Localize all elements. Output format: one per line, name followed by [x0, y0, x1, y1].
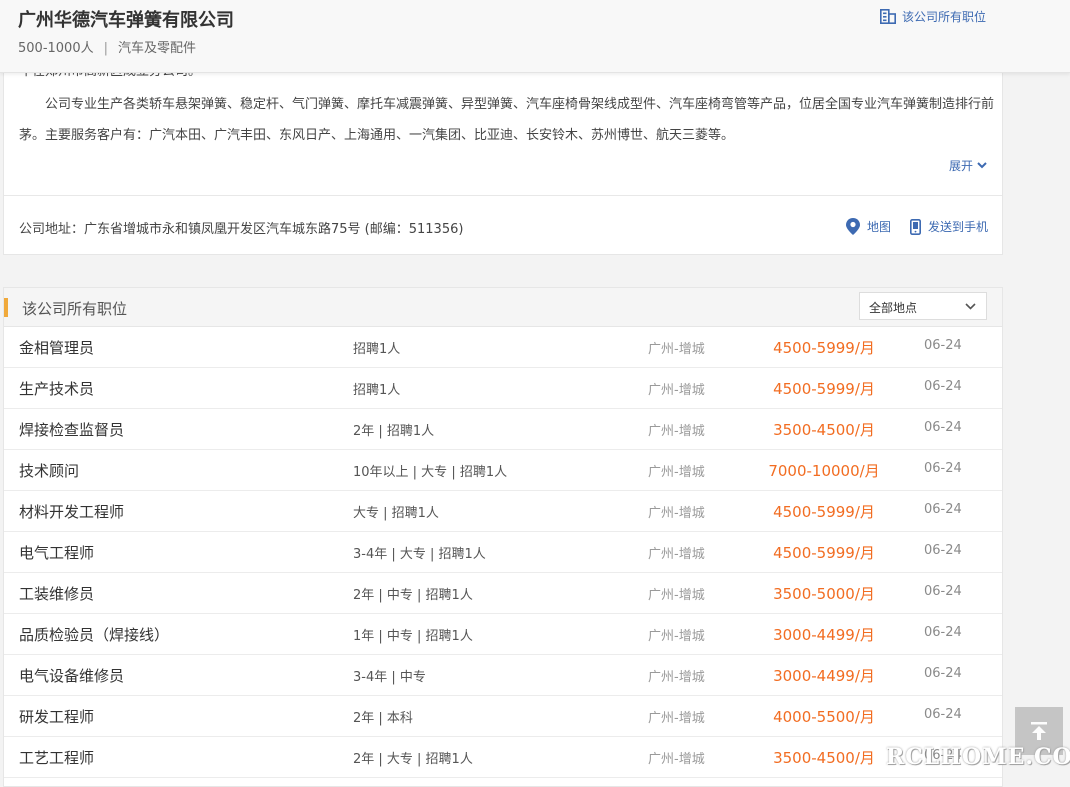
all-jobs-link[interactable]: 该公司所有职位: [880, 8, 986, 25]
job-date: 06-24: [924, 420, 962, 435]
divider: [4, 195, 1002, 196]
company-intro: 年在郑州市高新区成立分公司。 公司专业生产各类轿车悬架弹簧、稳定杆、气门弹簧、摩…: [19, 70, 995, 151]
job-requirements: 3-4年 | 中专: [353, 670, 426, 685]
job-title[interactable]: 工艺工程师: [19, 747, 94, 768]
job-row[interactable]: 金相管理员 招聘1人 广州-增城 4500-5999/月 06-24: [4, 327, 1002, 368]
location-filter-select[interactable]: 全部地点: [859, 292, 987, 320]
job-date: 06-24: [924, 338, 962, 353]
job-salary: 3000-4499/月: [773, 667, 875, 685]
job-location: 广州-增城: [648, 506, 705, 521]
job-title[interactable]: 焊接检查监督员: [19, 419, 124, 440]
send-to-phone-label: 发送到手机: [928, 220, 989, 234]
job-title[interactable]: 材料开发工程师: [19, 501, 124, 522]
job-salary: 4500-5999/月: [773, 503, 875, 521]
meta-separator: |: [103, 41, 108, 56]
company-meta: 500-1000人 | 汽车及零配件: [18, 37, 196, 56]
job-requirements: 10年以上 | 大专 | 招聘1人: [353, 465, 508, 480]
job-salary: 4000-5500/月: [773, 708, 875, 726]
job-location: 广州-增城: [648, 629, 705, 644]
job-row[interactable]: 工艺工程师 2年 | 大专 | 招聘1人 广州-增城 3500-4500/月 06-24: [4, 737, 1002, 778]
intro-paragraph: 公司专业生产各类轿车悬架弹簧、稳定杆、气门弹簧、摩托车减震弹簧、异型弹簧、汽车座…: [19, 97, 995, 143]
jobs-title: 该公司所有职位: [22, 300, 128, 318]
jobs-section: 该公司所有职位 全部地点 金相管理员 招聘1人 广州-增城 4500-5999/月 06…: [3, 287, 1003, 787]
map-link[interactable]: 地图: [846, 218, 891, 235]
job-salary: 3500-5000/月: [773, 585, 875, 603]
job-date: 06-24: [924, 502, 962, 517]
job-salary: 7000-10000/月: [768, 462, 880, 480]
job-requirements: 2年 | 中专 | 招聘1人: [353, 588, 473, 603]
job-location: 广州-增城: [648, 711, 705, 726]
job-date: 06-24: [924, 666, 962, 681]
job-date: 06-24: [924, 461, 962, 476]
arrow-up-icon: [1031, 722, 1047, 740]
job-title[interactable]: 工装维修员: [19, 583, 94, 604]
job-location: 广州-增城: [648, 465, 705, 480]
job-row[interactable]: 焊接检查监督员 2年 | 招聘1人 广州-增城 3500-4500/月 06-24: [4, 409, 1002, 450]
job-date: 06-24: [924, 625, 962, 640]
job-row[interactable]: 工装维修员 2年 | 中专 | 招聘1人 广州-增城 3500-5000/月 06-24: [4, 573, 1002, 614]
company-name: 广州华德汽车弹簧有限公司: [18, 10, 234, 31]
job-row[interactable]: 品质检验员（焊接线） 1年 | 中专 | 招聘1人 广州-增城 3000-4499/月…: [4, 614, 1002, 655]
job-location: 广州-增城: [648, 547, 705, 562]
job-requirements: 招聘1人: [353, 342, 401, 357]
job-location: 广州-增城: [648, 588, 705, 603]
job-requirements: 2年 | 大专 | 招聘1人: [353, 752, 473, 767]
job-location: 广州-增城: [648, 342, 705, 357]
job-title[interactable]: 技术顾问: [19, 460, 79, 481]
job-title[interactable]: 电气设备维修员: [19, 665, 124, 686]
job-list: 金相管理员 招聘1人 广州-增城 4500-5999/月 06-24 生产技术员 招聘1人广…: [4, 327, 1002, 778]
company-size: 500-1000人: [18, 41, 94, 56]
map-label: 地图: [867, 220, 892, 234]
job-title[interactable]: 电气工程师: [19, 542, 94, 563]
map-pin-icon: [846, 218, 860, 235]
job-location: 广州-增城: [648, 383, 705, 398]
send-to-phone-link[interactable]: 发送到手机: [910, 218, 988, 235]
job-date: 06-24: [924, 379, 962, 394]
phone-icon: [910, 218, 921, 235]
chevron-down-icon: [965, 303, 976, 310]
job-requirements: 2年 | 本科: [353, 711, 413, 726]
company-industry: 汽车及零配件: [117, 41, 196, 56]
accent-bar: [4, 298, 8, 317]
job-row[interactable]: 材料开发工程师 大专 | 招聘1人 广州-增城 4500-5999/月 06-24: [4, 491, 1002, 532]
job-date: 06-24: [924, 543, 962, 558]
job-requirements: 3-4年 | 大专 | 招聘1人: [353, 547, 486, 562]
all-jobs-label: 该公司所有职位: [902, 10, 987, 24]
company-header: 广州华德汽车弹簧有限公司 500-1000人 | 汽车及零配件 该公司所有职位: [0, 0, 1070, 73]
job-row[interactable]: 技术顾问 10年以上 | 大专 | 招聘1人 广州-增城 7000-10000/月 06…: [4, 450, 1002, 491]
company-address: 公司地址：广东省增城市永和镇凤凰开发区汽车城东路75号 (邮编：511356): [19, 222, 464, 237]
job-location: 广州-增城: [648, 670, 705, 685]
job-requirements: 招聘1人: [353, 383, 401, 398]
job-title[interactable]: 研发工程师: [19, 706, 94, 727]
expand-label: 展开: [949, 159, 974, 173]
watermark: RCLHOME.COM: [886, 744, 1070, 770]
job-row[interactable]: 电气设备维修员 3-4年 | 中专 广州-增城 3000-4499/月 06-24: [4, 655, 1002, 696]
job-requirements: 2年 | 招聘1人: [353, 424, 435, 439]
job-requirements: 大专 | 招聘1人: [353, 506, 439, 521]
job-requirements: 1年 | 中专 | 招聘1人: [353, 629, 473, 644]
job-date: 06-24: [924, 584, 962, 599]
job-title[interactable]: 金相管理员: [19, 337, 94, 358]
job-row[interactable]: 电气工程师 3-4年 | 大专 | 招聘1人 广州-增城 4500-5999/月 06-…: [4, 532, 1002, 573]
job-row[interactable]: 生产技术员 招聘1人 广州-增城 4500-5999/月 06-24: [4, 368, 1002, 409]
job-salary: 4500-5999/月: [773, 380, 875, 398]
chevron-down-icon: [977, 162, 987, 169]
job-date: 06-24: [924, 707, 962, 722]
job-salary: 3000-4499/月: [773, 626, 875, 644]
job-salary: 4500-5999/月: [773, 544, 875, 562]
job-row[interactable]: 研发工程师 2年 | 本科 广州-增城 4000-5500/月 06-24: [4, 696, 1002, 737]
job-title[interactable]: 生产技术员: [19, 378, 94, 399]
jobs-header: 该公司所有职位 全部地点: [4, 288, 1002, 327]
location-filter-value: 全部地点: [869, 301, 918, 315]
job-location: 广州-增城: [648, 752, 705, 767]
job-salary: 3500-4500/月: [773, 421, 875, 439]
building-icon: [880, 9, 896, 24]
expand-button[interactable]: 展开: [949, 157, 987, 174]
job-title[interactable]: 品质检验员（焊接线）: [19, 624, 169, 645]
job-salary: 4500-5999/月: [773, 339, 875, 357]
job-location: 广州-增城: [648, 424, 705, 439]
